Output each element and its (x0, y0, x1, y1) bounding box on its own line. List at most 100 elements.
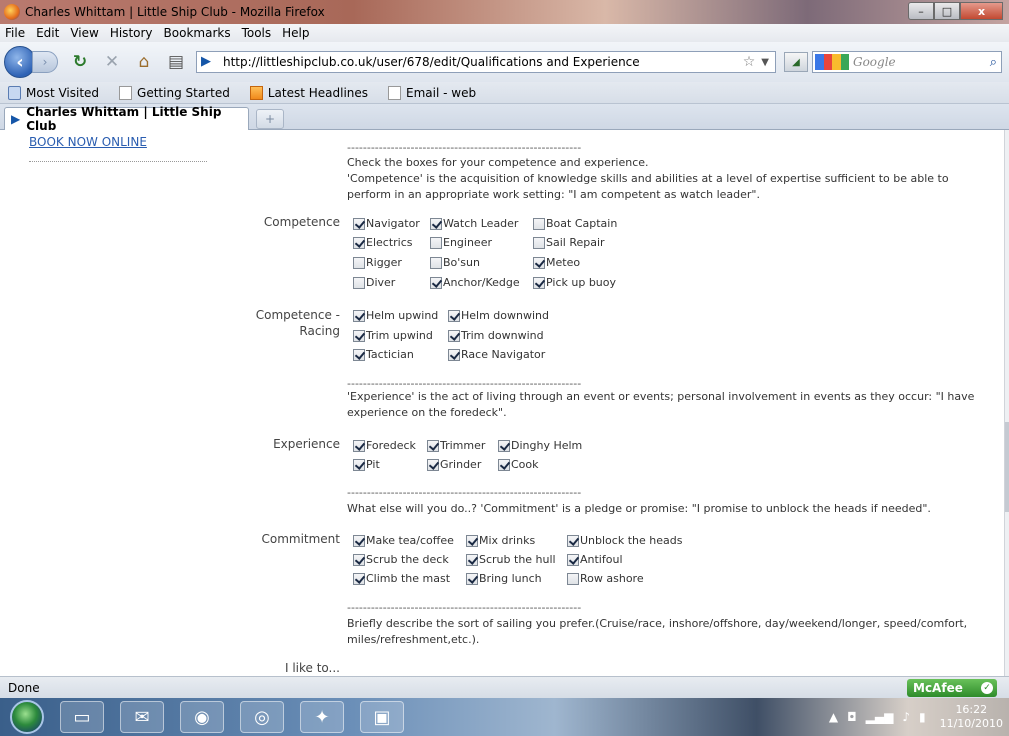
checkbox-grinder[interactable]: Grinder (427, 458, 481, 471)
checkbox-anchor-kedge[interactable]: Anchor/Kedge (430, 276, 520, 289)
checkbox-scrub-the-deck[interactable]: Scrub the deck (353, 553, 449, 566)
checkbox[interactable] (427, 439, 439, 452)
checkbox[interactable] (533, 276, 545, 289)
checkbox[interactable] (567, 572, 579, 585)
checkbox[interactable] (466, 553, 478, 566)
checkbox[interactable] (430, 217, 442, 230)
vertical-scrollbar[interactable] (1004, 130, 1009, 676)
home-icon[interactable]: ⌂ (134, 52, 154, 72)
google-logo-icon[interactable] (815, 54, 849, 70)
power-icon[interactable]: ▮ (919, 710, 926, 724)
checkbox[interactable] (498, 439, 510, 452)
new-tab-button[interactable]: + (256, 109, 284, 129)
checkbox[interactable] (430, 256, 442, 269)
checkbox-unblock-the-heads[interactable]: Unblock the heads (567, 534, 682, 547)
signal-icon[interactable]: ▂▄▆ (866, 710, 894, 724)
forward-button[interactable]: › (32, 51, 58, 73)
checkbox-make-tea-coffee[interactable]: Make tea/coffee (353, 534, 454, 547)
menu-history[interactable]: History (105, 26, 159, 40)
checkbox[interactable] (353, 348, 365, 361)
checkbox-bosun[interactable]: Bo'sun (430, 256, 480, 269)
firefox-taskbar-icon[interactable]: ◉ (180, 701, 224, 733)
checkbox-pit[interactable]: Pit (353, 458, 380, 471)
checkbox[interactable] (567, 553, 579, 566)
checkbox-row-ashore[interactable]: Row ashore (567, 572, 644, 585)
checkbox[interactable] (353, 439, 365, 452)
checkbox[interactable] (448, 348, 460, 361)
checkbox-electrics[interactable]: Electrics (353, 236, 413, 249)
checkbox-antifoul[interactable]: Antifoul (567, 553, 623, 566)
show-hidden-icons-icon[interactable]: ▲ (829, 710, 838, 724)
picture-taskbar-icon[interactable]: ▣ (360, 701, 404, 733)
checkbox-pick-up-buoy[interactable]: Pick up buoy (533, 276, 616, 289)
checkbox[interactable] (466, 572, 478, 585)
checkbox[interactable] (353, 309, 365, 322)
checkbox[interactable] (353, 276, 365, 289)
maximize-button[interactable]: □ (934, 2, 960, 20)
menu-edit[interactable]: Edit (31, 26, 65, 40)
volume-icon[interactable]: ♪ (902, 710, 910, 724)
tab-little-ship-club[interactable]: ▶ Charles Whittam | Little Ship Club (4, 105, 249, 133)
checkbox[interactable] (353, 572, 365, 585)
network-taskbar-icon[interactable]: ◎ (240, 701, 284, 733)
checkbox[interactable] (448, 329, 460, 342)
scrollbar-thumb[interactable] (1005, 422, 1009, 512)
checkbox[interactable] (353, 217, 365, 230)
print-icon[interactable]: ▤ (166, 52, 186, 72)
checkbox-helm-downwind[interactable]: Helm downwind (448, 309, 549, 322)
checkbox[interactable] (567, 534, 579, 547)
checkbox[interactable] (533, 256, 545, 269)
checkbox-trim-downwind[interactable]: Trim downwind (448, 329, 544, 342)
menu-help[interactable]: Help (277, 26, 315, 40)
bookmark-email-web[interactable]: Email - web (380, 85, 476, 100)
checkbox[interactable] (353, 256, 365, 269)
clock[interactable]: 16:22 11/10/2010 (940, 703, 1003, 731)
feed-button[interactable]: ◢ (784, 52, 808, 72)
reload-icon[interactable]: ↻ (70, 52, 90, 72)
stop-icon[interactable]: ✕ (102, 52, 122, 72)
bookmark-most-visited[interactable]: Most Visited (0, 85, 99, 100)
checkbox-climb-the-mast[interactable]: Climb the mast (353, 572, 450, 585)
search-box[interactable]: Google ⌕ (812, 51, 1002, 73)
mcafee-tray-icon[interactable]: ◘ (847, 710, 857, 724)
checkbox-dinghy-helm[interactable]: Dinghy Helm (498, 439, 582, 452)
bookmark-star-icon[interactable]: ☆ (743, 54, 756, 70)
checkbox-scrub-the-hull[interactable]: Scrub the hull (466, 553, 556, 566)
start-button[interactable] (10, 700, 44, 734)
checkbox-race-navigator[interactable]: Race Navigator (448, 348, 545, 361)
checkbox-diver[interactable]: Diver (353, 276, 395, 289)
checkbox-foredeck[interactable]: Foredeck (353, 439, 416, 452)
checkbox[interactable] (353, 236, 365, 249)
checkbox[interactable] (353, 553, 365, 566)
checkbox-engineer[interactable]: Engineer (430, 236, 492, 249)
checkbox[interactable] (448, 309, 460, 322)
bookmark-getting-started[interactable]: Getting Started (111, 85, 230, 100)
checkbox[interactable] (466, 534, 478, 547)
checkbox-helm-upwind[interactable]: Helm upwind (353, 309, 438, 322)
checkbox-bring-lunch[interactable]: Bring lunch (466, 572, 542, 585)
checkbox[interactable] (353, 458, 365, 471)
bookmark-latest-headlines[interactable]: Latest Headlines (242, 85, 368, 100)
checkbox[interactable] (533, 217, 545, 230)
checkbox-rigger[interactable]: Rigger (353, 256, 402, 269)
checkbox-trimmer[interactable]: Trimmer (427, 439, 485, 452)
thunderbird-taskbar-icon[interactable]: ✉ (120, 701, 164, 733)
search-icon[interactable]: ⌕ (990, 55, 997, 70)
checkbox-mix-drinks[interactable]: Mix drinks (466, 534, 535, 547)
checkbox[interactable] (427, 458, 439, 471)
mcafee-badge[interactable]: McAfee ✓ (907, 679, 997, 697)
checkbox-tactician[interactable]: Tactician (353, 348, 414, 361)
checkbox[interactable] (430, 236, 442, 249)
menu-bookmarks[interactable]: Bookmarks (159, 26, 237, 40)
checkbox[interactable] (498, 458, 510, 471)
checkbox[interactable] (353, 534, 365, 547)
tools-taskbar-icon[interactable]: ✦ (300, 701, 344, 733)
menu-file[interactable]: File (0, 26, 31, 40)
close-button[interactable]: x (960, 2, 1003, 20)
minimize-button[interactable]: – (908, 2, 934, 20)
checkbox[interactable] (533, 236, 545, 249)
book-now-link[interactable]: BOOK NOW ONLINE (29, 135, 147, 149)
checkbox[interactable] (430, 276, 442, 289)
checkbox-cook[interactable]: Cook (498, 458, 539, 471)
menu-view[interactable]: View (65, 26, 104, 40)
